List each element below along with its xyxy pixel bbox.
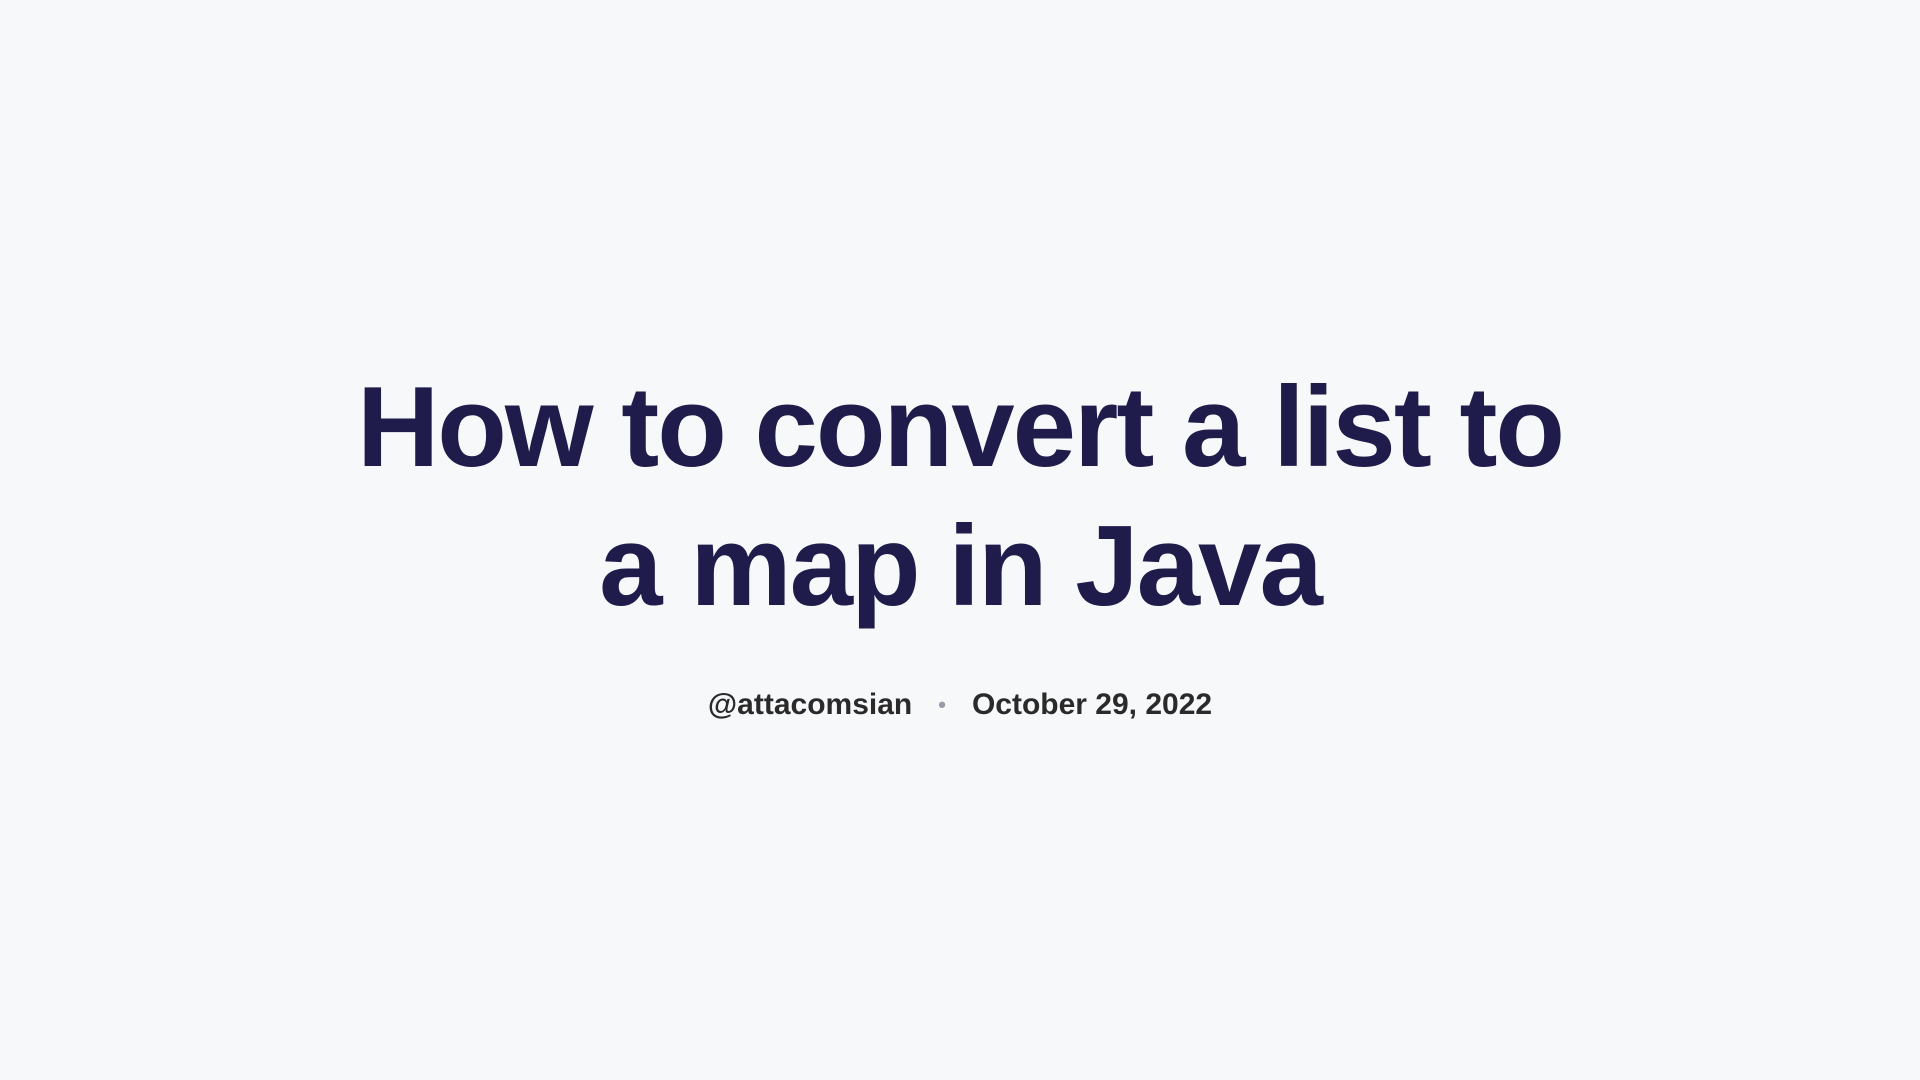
publish-date: October 29, 2022 [972,688,1212,722]
author-handle: @attacomsian [708,688,912,722]
article-card: How to convert a list to a map in Java @… [310,358,1610,722]
article-meta: @attacomsian • October 29, 2022 [350,688,1570,722]
meta-separator: • [938,694,946,716]
article-title: How to convert a list to a map in Java [350,358,1570,636]
